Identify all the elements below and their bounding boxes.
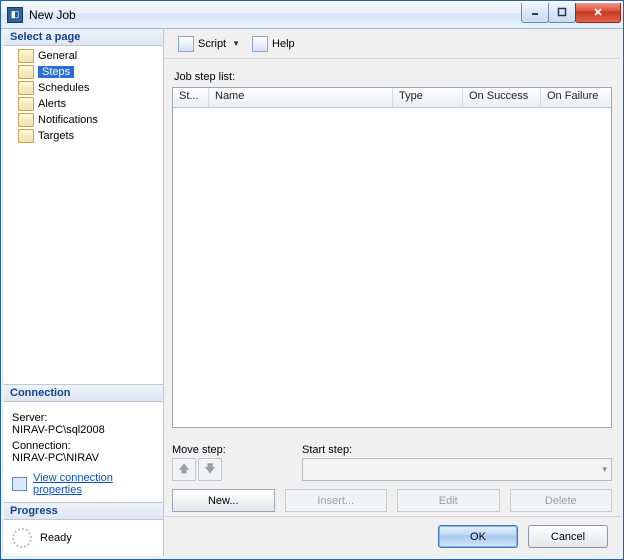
col-on-failure[interactable]: On Failure [541, 88, 611, 107]
page-item-alerts[interactable]: Alerts [4, 96, 163, 112]
chevron-down-icon: ▾ [602, 464, 607, 475]
page-label: Steps [38, 66, 74, 78]
titlebar: ◧ New Job [1, 1, 623, 29]
page-item-schedules[interactable]: Schedules [4, 80, 163, 96]
page-label: Targets [38, 130, 74, 142]
insert-button[interactable]: Insert... [285, 489, 388, 512]
right-panel: Script ▼ Help Job step list: St... Name … [164, 29, 620, 556]
delete-button-label: Delete [545, 495, 577, 507]
connection-properties-icon [12, 477, 27, 491]
ok-button[interactable]: OK [438, 525, 518, 548]
page-icon [18, 97, 34, 111]
col-type[interactable]: Type [393, 88, 463, 107]
page-list: General Steps Schedules Alerts Notificat… [4, 46, 163, 146]
view-connection-properties-link[interactable]: View connection properties [33, 472, 155, 496]
page-icon [18, 129, 34, 143]
page-icon [18, 49, 34, 63]
arrow-up-icon: 🡅 [178, 460, 189, 479]
page-item-targets[interactable]: Targets [4, 128, 163, 144]
page-label: Alerts [38, 98, 66, 110]
maximize-button[interactable] [548, 3, 576, 23]
page-icon [18, 65, 34, 79]
edit-button-label: Edit [439, 495, 458, 507]
cancel-label: Cancel [551, 531, 585, 543]
ok-label: OK [470, 531, 486, 543]
job-step-grid[interactable]: St... Name Type On Success On Failure [172, 87, 612, 428]
script-button[interactable]: Script ▼ [174, 34, 244, 54]
connection-value: NIRAV-PC\NIRAV [12, 452, 155, 464]
app-icon: ◧ [7, 7, 23, 23]
page-label: General [38, 50, 77, 62]
connection-header: Connection [4, 384, 163, 402]
page-label: Notifications [38, 114, 98, 126]
new-button[interactable]: New... [172, 489, 275, 512]
arrow-down-icon: 🡇 [204, 460, 215, 479]
page-item-notifications[interactable]: Notifications [4, 112, 163, 128]
script-label: Script [198, 38, 226, 50]
start-step-label: Start step: [302, 444, 612, 456]
move-down-button[interactable]: 🡇 [198, 458, 222, 481]
grid-header: St... Name Type On Success On Failure [173, 88, 611, 108]
page-label: Schedules [38, 82, 89, 94]
minimize-button[interactable] [521, 3, 549, 23]
progress-status: Ready [40, 532, 72, 544]
move-step-label: Move step: [172, 444, 292, 456]
window-title: New Job [29, 8, 522, 22]
page-item-steps[interactable]: Steps [4, 64, 163, 80]
connection-info: Server: NIRAV-PC\sql2008 Connection: NIR… [4, 402, 163, 502]
server-label: Server: [12, 412, 155, 424]
help-icon [252, 36, 268, 52]
help-label: Help [272, 38, 295, 50]
col-step[interactable]: St... [173, 88, 209, 107]
close-button[interactable] [575, 3, 621, 23]
page-icon [18, 81, 34, 95]
script-icon [178, 36, 194, 52]
toolbar: Script ▼ Help [164, 29, 620, 59]
chevron-down-icon: ▼ [232, 39, 240, 48]
connection-label: Connection: [12, 440, 155, 452]
new-button-label: New... [208, 495, 239, 507]
delete-button[interactable]: Delete [510, 489, 613, 512]
job-step-list-label: Job step list: [174, 71, 610, 83]
col-name[interactable]: Name [209, 88, 393, 107]
progress-spinner-icon [12, 528, 32, 548]
start-step-combo[interactable]: ▾ [302, 458, 612, 481]
help-button[interactable]: Help [248, 34, 299, 54]
dialog-footer: OK Cancel [164, 516, 620, 556]
col-on-success[interactable]: On Success [463, 88, 541, 107]
progress-header: Progress [4, 502, 163, 520]
insert-button-label: Insert... [317, 495, 354, 507]
select-page-header: Select a page [4, 29, 163, 46]
left-panel: Select a page General Steps Schedules Al… [4, 29, 164, 556]
move-up-button[interactable]: 🡅 [172, 458, 196, 481]
grid-body [173, 108, 611, 427]
server-value: NIRAV-PC\sql2008 [12, 424, 155, 436]
page-icon [18, 113, 34, 127]
edit-button[interactable]: Edit [397, 489, 500, 512]
page-item-general[interactable]: General [4, 48, 163, 64]
cancel-button[interactable]: Cancel [528, 525, 608, 548]
